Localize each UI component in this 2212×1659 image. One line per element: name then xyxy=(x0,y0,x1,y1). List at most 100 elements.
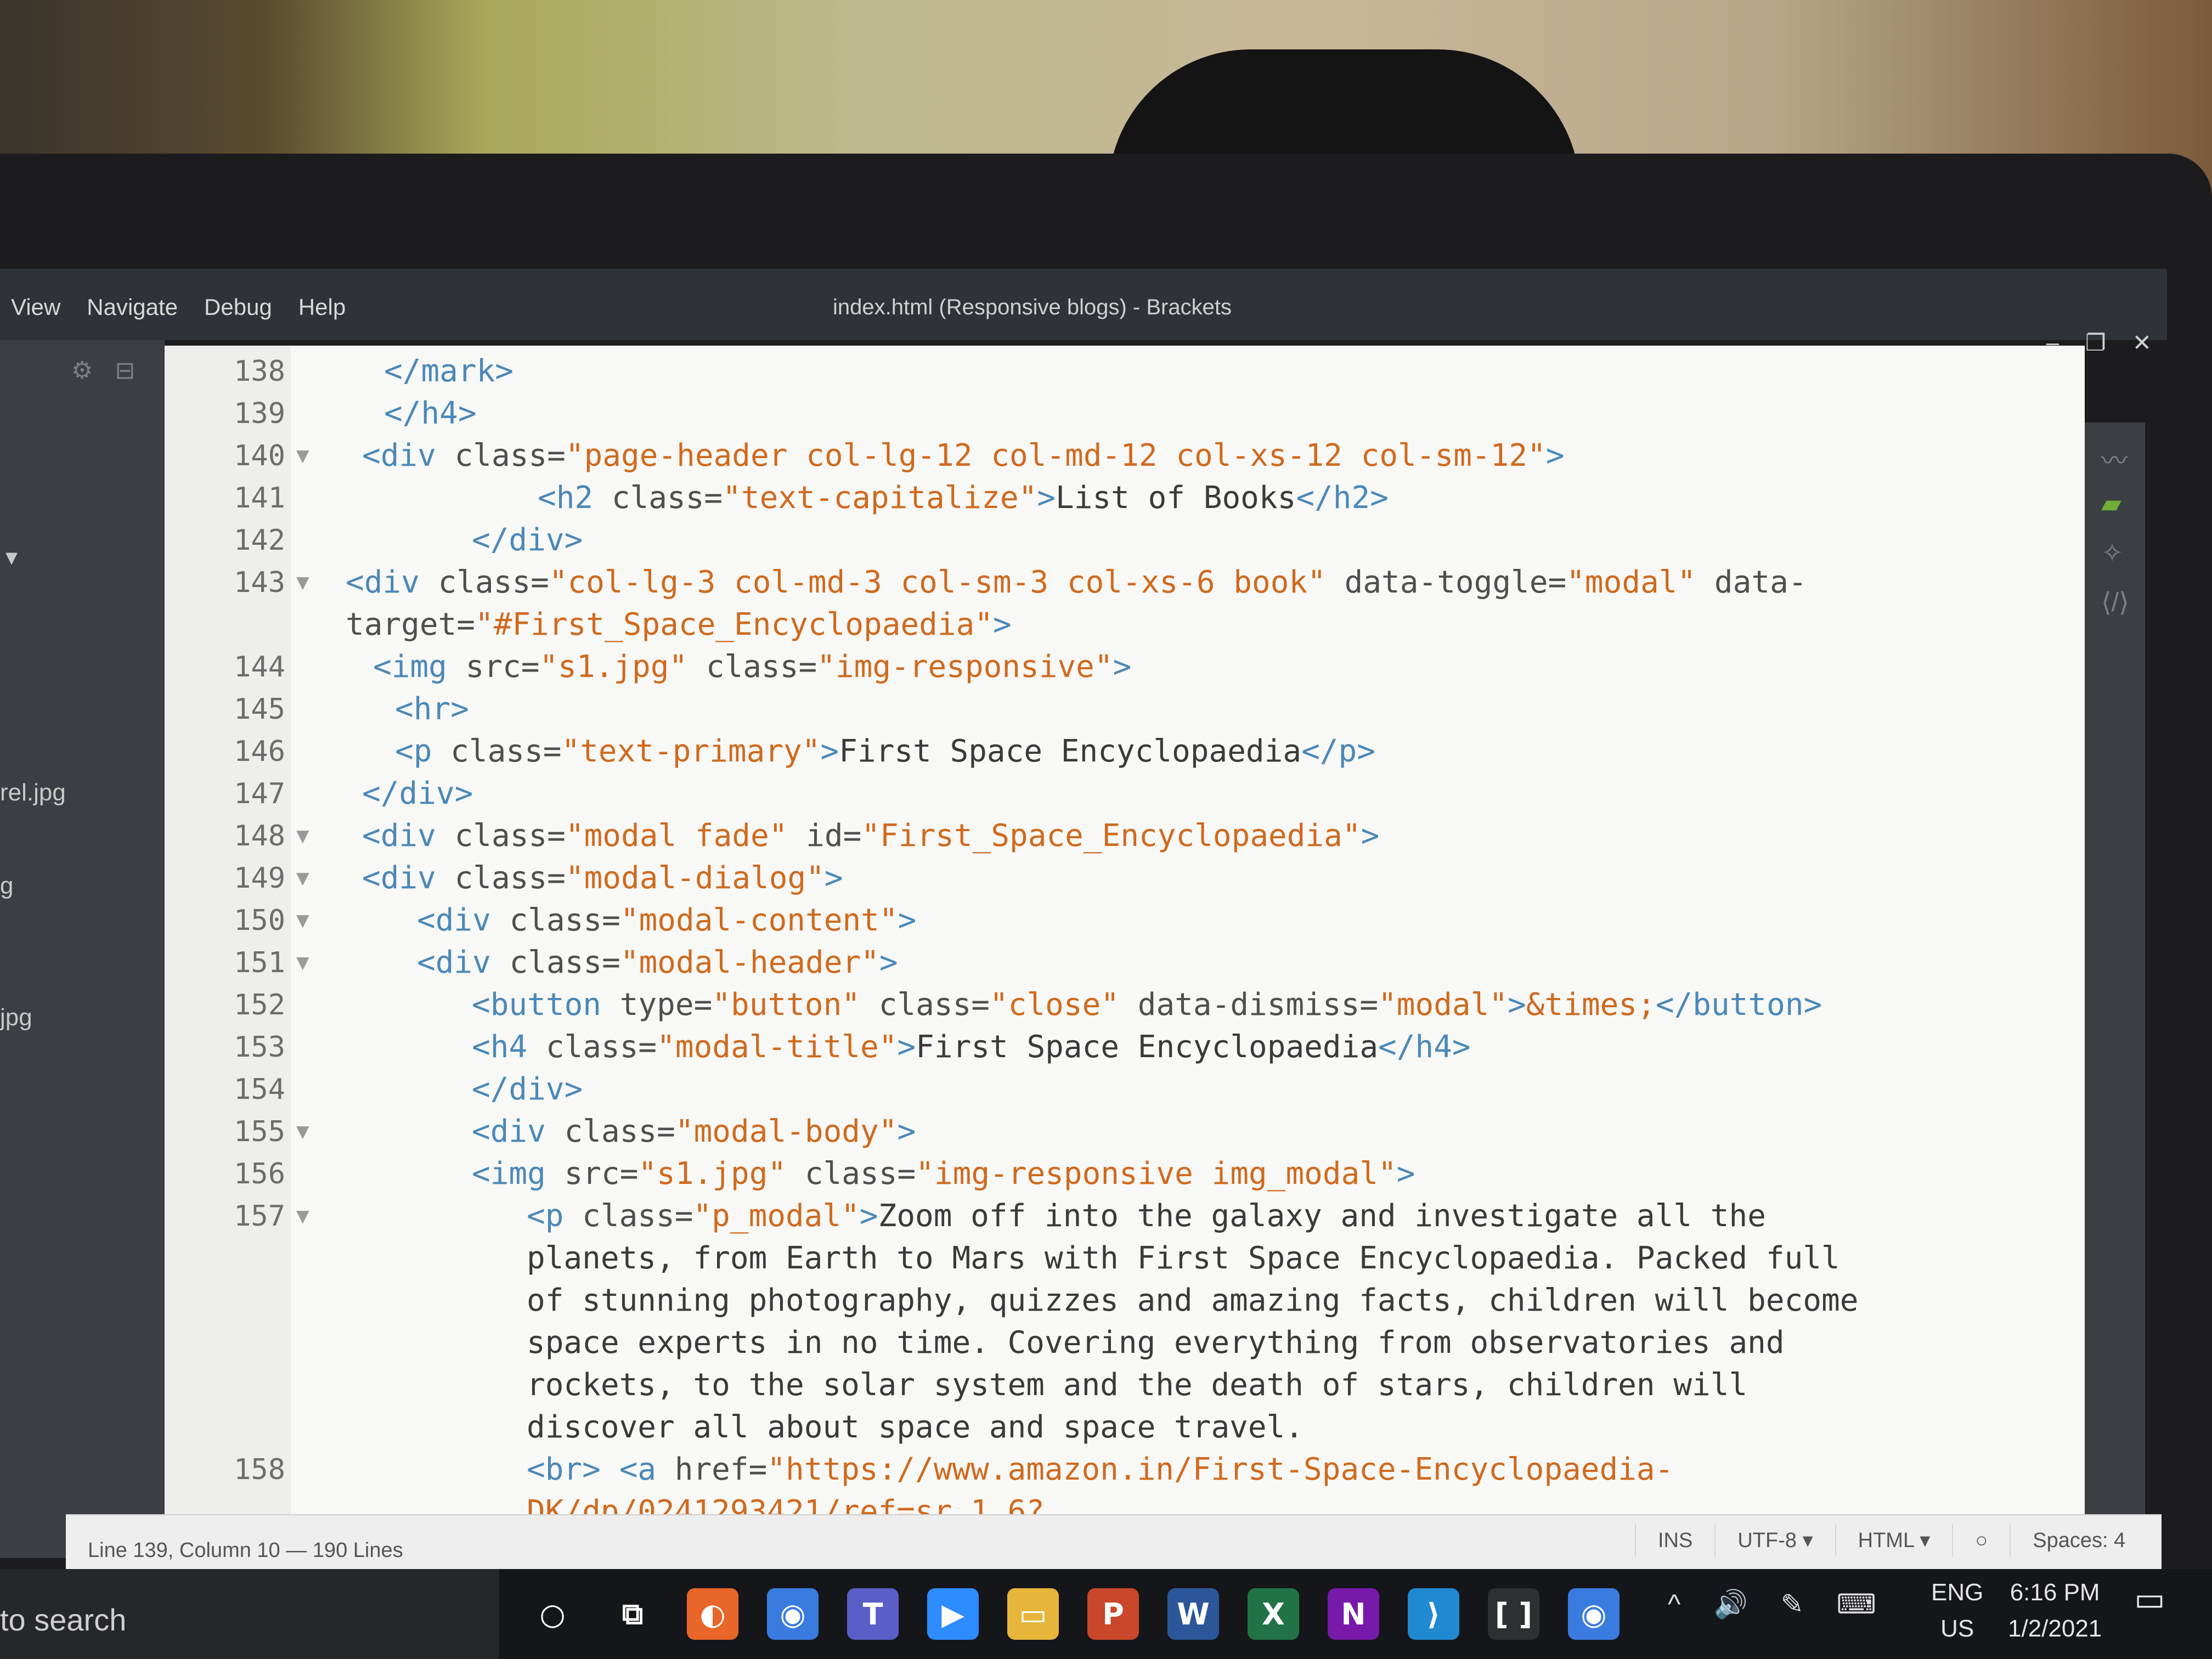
sidebar-dropdown-icon[interactable]: ▾ xyxy=(5,543,18,571)
onenote-icon[interactable]: N xyxy=(1328,1588,1379,1640)
language-select[interactable]: HTML ▾ xyxy=(1835,1524,1953,1557)
code-token: </h4> xyxy=(1378,1029,1471,1065)
code-line: of stunning photography, quizzes and ama… xyxy=(527,1280,1858,1321)
code-token: "modal" xyxy=(1378,987,1508,1023)
code-line: DK/dp/0241293421/ref=sr_1_6? xyxy=(527,1492,1045,1514)
fold-toggle-icon[interactable]: ▼ xyxy=(292,943,314,983)
vscode-icon[interactable]: ⟩ xyxy=(1408,1588,1459,1640)
code-token: "text-capitalize" xyxy=(723,480,1037,516)
code-token: <img xyxy=(373,649,466,685)
fold-toggle-icon[interactable]: ▼ xyxy=(292,858,314,899)
keyboard-icon[interactable]: ⌨ xyxy=(1837,1588,1876,1621)
split-view-icon[interactable]: ⊟ xyxy=(115,357,135,385)
code-token: <div xyxy=(362,860,455,896)
line-number: 147 xyxy=(234,777,285,810)
brackets-icon[interactable]: [ ] xyxy=(1488,1588,1539,1640)
line-number: 146 xyxy=(234,735,285,768)
menu-help[interactable]: Help xyxy=(298,291,346,324)
menu-view[interactable]: View xyxy=(11,291,60,324)
notification-icon[interactable]: ▭ xyxy=(2134,1580,2165,1618)
code-token: Zoom off into the galaxy and investigate… xyxy=(878,1198,1766,1234)
zoom-icon[interactable]: ▶ xyxy=(927,1588,979,1640)
code-token: class= xyxy=(450,733,562,769)
file-sidebar xyxy=(0,340,165,1558)
clock-time: 6:16 PM xyxy=(2010,1579,2100,1606)
code-token: space experts in no time. Covering every… xyxy=(527,1325,1785,1361)
code-token: "modal-header" xyxy=(620,945,879,980)
system-tray: ^ 🔊 ✎ ⌨ xyxy=(1668,1588,1876,1621)
fold-toggle-icon[interactable]: ▼ xyxy=(292,816,314,856)
fold-toggle-icon[interactable]: ▼ xyxy=(292,900,314,941)
chrome-icon[interactable]: ◉ xyxy=(767,1588,819,1640)
linter-status-icon[interactable]: ○ xyxy=(1952,1524,2010,1557)
code-line: space experts in no time. Covering every… xyxy=(527,1323,1785,1363)
code-line: rockets, to the solar system and the dea… xyxy=(527,1365,1747,1406)
code-token: </div> xyxy=(472,522,583,558)
code-token: > xyxy=(993,607,1012,642)
excel-icon[interactable]: X xyxy=(1248,1588,1299,1640)
clock-date: 1/2/2021 xyxy=(2008,1615,2102,1642)
code-line: </div> xyxy=(472,1069,583,1110)
firefox-icon[interactable]: ◐ xyxy=(687,1588,738,1640)
code-token: "modal-dialog" xyxy=(565,860,825,896)
word-icon[interactable]: W xyxy=(1167,1588,1219,1640)
window-title: index.html (Responsive blogs) - Brackets xyxy=(833,295,1232,319)
code-line: </div> xyxy=(362,774,473,814)
fold-toggle-icon[interactable]: ▼ xyxy=(292,436,314,476)
code-token: data-dismiss= xyxy=(1119,987,1379,1023)
code-token: List of Books xyxy=(1056,480,1296,516)
code-token: class= xyxy=(564,1114,675,1149)
insert-mode[interactable]: INS xyxy=(1635,1524,1714,1557)
fold-toggle-icon[interactable]: ▼ xyxy=(292,562,314,603)
cortana-icon[interactable]: ○ xyxy=(527,1588,578,1640)
tray-expand-icon[interactable]: ^ xyxy=(1668,1588,1680,1621)
code-token: <button xyxy=(472,987,620,1023)
code-token: > xyxy=(1508,987,1526,1023)
teams-icon[interactable]: T xyxy=(847,1588,899,1640)
file-item[interactable]: jpg xyxy=(0,1004,32,1031)
code-icon[interactable]: ⟨/⟩ xyxy=(2101,587,2129,618)
extension-manager-icon[interactable]: ✧ xyxy=(2101,538,2123,568)
menu-debug[interactable]: Debug xyxy=(204,291,272,324)
file-item[interactable]: g xyxy=(0,872,13,900)
code-token: > xyxy=(1037,480,1056,516)
line-number: 142 xyxy=(234,524,285,557)
volume-icon[interactable]: 🔊 xyxy=(1713,1588,1747,1621)
code-token: > xyxy=(897,1114,916,1149)
file-explorer-icon[interactable]: ▭ xyxy=(1007,1588,1059,1640)
lang-top: ENG xyxy=(1931,1579,1984,1606)
extension-icon[interactable]: ▰ xyxy=(2101,488,2121,519)
powerpoint-icon[interactable]: P xyxy=(1087,1588,1139,1640)
code-line: <br> <a href="https://www.amazon.in/Firs… xyxy=(527,1449,1673,1490)
line-number: 138 xyxy=(234,355,285,388)
encoding-select[interactable]: UTF-8 ▾ xyxy=(1714,1524,1835,1557)
code-token: <div xyxy=(362,438,455,473)
language-indicator[interactable]: ENG US xyxy=(1931,1575,1983,1647)
live-preview-icon[interactable]: 〰 xyxy=(2101,439,2128,477)
code-token: "s1.jpg" xyxy=(638,1156,787,1192)
pen-icon[interactable]: ✎ xyxy=(1781,1588,1804,1621)
code-token: </h2> xyxy=(1296,480,1389,516)
code-editor[interactable]: 138 </mark> 139 </h4> 140 ▼ <div class="page-h… xyxy=(165,346,2085,1514)
code-line: <div class="col-lg-3 col-md-3 col-sm-3 c… xyxy=(346,562,1807,603)
code-line: <div class="modal-body"> xyxy=(472,1111,916,1152)
file-item[interactable]: rel.jpg xyxy=(0,779,66,806)
sidebar-toolbar: ⚙ ⊟ xyxy=(71,357,135,385)
task-view-icon[interactable]: ⧉ xyxy=(607,1588,658,1640)
fold-toggle-icon[interactable]: ▼ xyxy=(292,1111,314,1152)
menu-navigate[interactable]: Navigate xyxy=(87,291,178,324)
close-icon[interactable]: ✕ xyxy=(2132,329,2152,356)
code-token: class= xyxy=(611,480,723,516)
code-token: class= xyxy=(509,902,620,938)
code-line: discover all about space and space trave… xyxy=(527,1407,1304,1448)
chrome-icon[interactable]: ◉ xyxy=(1568,1588,1620,1640)
clock[interactable]: 6:16 PM 1/2/2021 xyxy=(2008,1575,2102,1647)
code-line: <div class="modal-dialog"> xyxy=(362,858,843,899)
code-token: type= xyxy=(619,987,713,1023)
indent-setting[interactable]: Spaces: 4 xyxy=(2010,1524,2147,1557)
line-number: 148 xyxy=(234,820,285,853)
taskbar-apps: ○ ⧉ ◐ ◉ T ▶ ▭ P W X N ⟩ [ ] ◉ xyxy=(527,1588,1620,1640)
restore-icon[interactable]: ❐ xyxy=(2085,329,2106,356)
gear-icon[interactable]: ⚙ xyxy=(71,357,93,385)
fold-toggle-icon[interactable]: ▼ xyxy=(292,1196,314,1237)
